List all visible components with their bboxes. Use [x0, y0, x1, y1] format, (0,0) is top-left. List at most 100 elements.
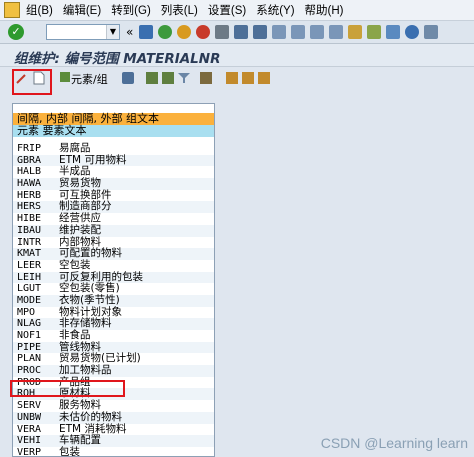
- element-text: 未估价的物料: [59, 410, 122, 423]
- sort-descending-icon[interactable]: [162, 72, 174, 84]
- list-item[interactable]: HAWA 贸易货物: [13, 177, 214, 190]
- sap-menu-icon[interactable]: [4, 2, 20, 18]
- layout-icon[interactable]: [386, 25, 401, 39]
- element-group-icon[interactable]: [60, 72, 70, 82]
- save-icon[interactable]: [139, 25, 154, 39]
- element-code: HALB: [17, 166, 42, 178]
- element-text: 非食品: [59, 329, 91, 341]
- menu-goto[interactable]: 转到(G): [111, 2, 161, 18]
- element-text: 易腐品: [59, 142, 91, 154]
- element-code: NLAG: [17, 318, 42, 330]
- element-text: 可配置的物料: [59, 247, 122, 260]
- element-text: 车辆配置: [59, 434, 101, 447]
- element-text: 经营供应: [59, 212, 101, 225]
- list-item[interactable]: PROC 加工物料品: [13, 364, 214, 377]
- menu-list[interactable]: 列表(L): [161, 2, 208, 18]
- list-item[interactable]: MPO 物料计划对象: [13, 306, 214, 319]
- spreadsheet-icon[interactable]: [226, 72, 238, 84]
- columns-icon[interactable]: [242, 72, 254, 84]
- previous-page-icon[interactable]: [291, 25, 306, 39]
- element-text: 可反复利用的包装: [59, 270, 143, 283]
- filter-icon[interactable]: [178, 72, 190, 84]
- print-list-icon[interactable]: [200, 72, 212, 84]
- list-item[interactable]: NOF1 非食品: [13, 329, 214, 342]
- standard-toolbar: ✓ ▼ «: [0, 21, 474, 44]
- element-code: PLAN: [17, 353, 42, 365]
- layout-settings-icon[interactable]: [258, 72, 270, 84]
- menu-system[interactable]: 系统(Y): [256, 2, 304, 18]
- element-code: INTR: [17, 236, 42, 248]
- list-item[interactable]: NLAG 非存储物料: [13, 317, 214, 330]
- element-code: VERP: [17, 446, 42, 457]
- list-item[interactable]: HALB 半成品: [13, 166, 214, 178]
- next-page-icon[interactable]: [310, 25, 325, 39]
- find-next-icon[interactable]: [253, 25, 268, 39]
- sort-ascending-icon[interactable]: [146, 72, 158, 84]
- element-code: LEER: [17, 259, 42, 271]
- title-bar: 组维护: 编号范围 MATERIALNR: [0, 44, 474, 67]
- element-code: LGUT: [17, 283, 42, 295]
- highlight-create-box: [12, 69, 52, 95]
- menu-help[interactable]: 帮助(H): [305, 2, 354, 18]
- back-icon[interactable]: [158, 25, 173, 39]
- list-item[interactable]: KMAT 可配置的物料: [13, 247, 214, 260]
- element-text: 加工物料品: [59, 364, 112, 377]
- element-code: HIBE: [17, 213, 42, 225]
- cancel-icon[interactable]: [196, 25, 211, 39]
- element-code: PROC: [17, 365, 42, 377]
- element-text: ETM 可用物料: [59, 153, 127, 166]
- command-dropdown-icon[interactable]: ▼: [106, 25, 119, 39]
- command-field[interactable]: ▼: [46, 24, 120, 40]
- element-code: LEIH: [17, 271, 42, 283]
- element-group-button[interactable]: 元素/组: [71, 71, 108, 87]
- create-session-icon[interactable]: [348, 25, 363, 39]
- highlight-roh-box: [10, 380, 125, 397]
- print-icon[interactable]: [215, 25, 230, 39]
- element-code: NOF1: [17, 330, 42, 341]
- page-title: 组维护: 编号范围 MATERIALNR: [14, 51, 221, 67]
- watermark: CSDN @Learning learn: [320, 435, 468, 451]
- list-item[interactable]: HERS 制造商部分: [13, 200, 214, 214]
- find-icon[interactable]: [234, 25, 249, 39]
- customize-icon[interactable]: [424, 25, 439, 39]
- history-back-icon[interactable]: «: [126, 25, 133, 39]
- element-text: 内部物料: [59, 235, 101, 248]
- element-text: 制造商部分: [59, 200, 112, 213]
- enter-check-icon[interactable]: ✓: [8, 24, 24, 40]
- element-code: KMAT: [17, 248, 42, 260]
- menu-settings[interactable]: 设置(S): [208, 2, 256, 18]
- element-code: HAWA: [17, 178, 42, 190]
- element-text: 包装: [59, 445, 80, 457]
- help-icon[interactable]: [405, 25, 420, 39]
- last-page-icon[interactable]: [329, 25, 344, 39]
- element-code: UNBW: [17, 411, 42, 423]
- exit-icon[interactable]: [177, 25, 192, 39]
- list-item[interactable]: HERB 可互换部件: [13, 188, 214, 202]
- application-toolbar: 元素/组: [0, 67, 474, 91]
- menu-bar: 组(B) 编辑(E) 转到(G) 列表(L) 设置(S) 系统(Y) 帮助(H): [0, 0, 474, 21]
- number-range-list: 间隔, 内部 间隔, 外部 组文本 元素 要素文本 FRIP 易腐品 GBRA ETM…: [12, 103, 215, 457]
- element-text: 服务物料: [59, 399, 101, 412]
- element-text: 可互换部件: [59, 188, 112, 201]
- list-item[interactable]: IBAU 维护装配: [13, 224, 214, 237]
- shortcut-icon[interactable]: [367, 25, 382, 39]
- element-text: 非存储物料: [59, 317, 112, 330]
- find-icon-2[interactable]: [122, 72, 134, 84]
- element-code: VERA: [17, 423, 42, 435]
- element-code: FRIP: [17, 143, 42, 154]
- list-item[interactable]: VERA ETM 消耗物料: [13, 423, 214, 436]
- list-item[interactable]: PLAN 贸易货物(已计划): [13, 353, 214, 365]
- element-code: SERV: [17, 400, 42, 412]
- menu-edit[interactable]: 编辑(E): [63, 2, 111, 18]
- element-code: VEHI: [17, 435, 42, 447]
- menu-group[interactable]: 组(B): [26, 2, 63, 18]
- list-item[interactable]: GBRA ETM 可用物料: [13, 153, 214, 167]
- list-item[interactable]: VERP 包装: [13, 445, 214, 457]
- first-page-icon[interactable]: [272, 25, 287, 39]
- element-text: 空包装: [59, 258, 91, 271]
- element-code: PIPE: [17, 341, 42, 353]
- element-text: 贸易货物: [59, 177, 101, 190]
- list-item[interactable]: VEHI 车辆配置: [13, 434, 214, 447]
- element-code: HERB: [17, 189, 42, 201]
- list-item[interactable]: HIBE 经营供应: [13, 212, 214, 225]
